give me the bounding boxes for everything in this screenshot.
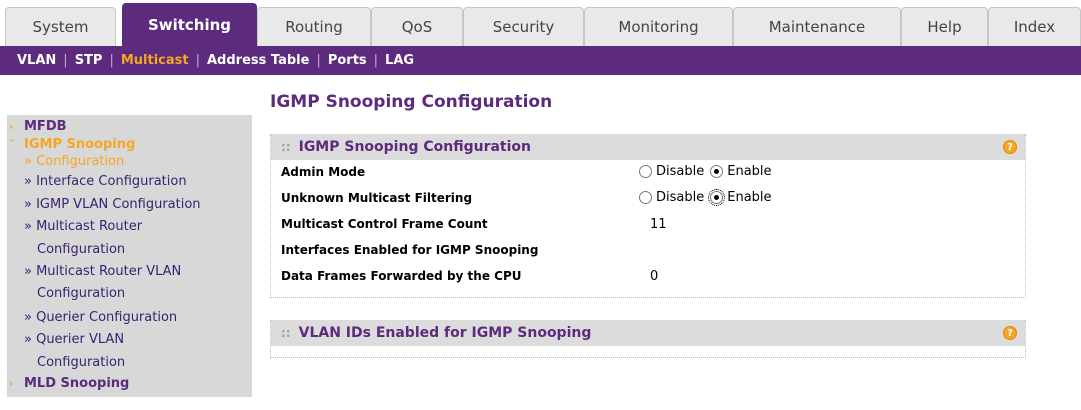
data-frames-row: Data Frames Forwarded by the CPU 0	[271, 264, 1025, 290]
chevron-right-icon: ›	[9, 377, 14, 390]
grip-dots-icon: ::	[281, 326, 291, 340]
chevron-down-icon: ˇ	[9, 138, 15, 151]
tab-index[interactable]: Index	[988, 7, 1081, 46]
tab-security[interactable]: Security	[463, 7, 584, 46]
tab-qos[interactable]: QoS	[371, 7, 463, 46]
unknown-filtering-enable-label: Enable	[727, 190, 772, 205]
menu-item-querier-vlan[interactable]: » Querier VLAN	[7, 331, 252, 349]
admin-mode-disable-radio[interactable]	[639, 165, 652, 178]
igmp-config-panel: :: IGMP Snooping Configuration ? Admin M…	[270, 134, 1026, 298]
subnav-lag[interactable]: LAG	[385, 53, 414, 68]
unknown-filtering-disable-label: Disable	[656, 190, 705, 205]
menu-item-mld-snooping[interactable]: › MLD Snooping	[7, 375, 252, 393]
panel-header: :: IGMP Snooping Configuration ?	[271, 134, 1025, 160]
grip-dots-icon: ::	[281, 140, 291, 154]
data-frames-label: Data Frames Forwarded by the CPU	[281, 269, 522, 283]
menu-item-label: MLD Snooping	[24, 376, 130, 391]
subnav-separator: |	[373, 53, 379, 68]
panel-title: VLAN IDs Enabled for IGMP Snooping	[298, 325, 592, 341]
vlan-ids-panel: :: VLAN IDs Enabled for IGMP Snooping ?	[270, 320, 1026, 358]
subnav-address-table[interactable]: Address Table	[207, 53, 309, 68]
tab-routing[interactable]: Routing	[257, 7, 371, 46]
chevron-right-icon: ›	[9, 120, 14, 133]
frame-count-value: 11	[650, 217, 667, 232]
unknown-multicast-filtering-label: Unknown Multicast Filtering	[281, 191, 473, 205]
tab-maintenance[interactable]: Maintenance	[733, 7, 901, 46]
subnav-vlan[interactable]: VLAN	[17, 53, 56, 68]
unknown-filtering-disable-radio[interactable]	[639, 191, 652, 204]
tab-switching[interactable]: Switching	[122, 3, 257, 46]
help-icon[interactable]: ?	[1003, 140, 1017, 154]
subnav-separator: |	[109, 53, 114, 68]
menu-item-interface-configuration[interactable]: » Interface Configuration	[7, 173, 252, 191]
menu-item-multicast-router[interactable]: » Multicast Router	[7, 218, 252, 236]
panel-header: :: VLAN IDs Enabled for IGMP Snooping ?	[271, 320, 1025, 346]
menu-item-label: MFDB	[24, 119, 67, 134]
menu-item-multicast-router-vlan-cont[interactable]: Configuration	[7, 285, 252, 303]
subnav-ports[interactable]: Ports	[328, 53, 367, 68]
subnav-stp[interactable]: STP	[75, 53, 103, 68]
interfaces-enabled-row: Interfaces Enabled for IGMP Snooping	[271, 238, 1025, 264]
interfaces-enabled-label: Interfaces Enabled for IGMP Snooping	[281, 243, 539, 257]
frame-count-row: Multicast Control Frame Count 11	[271, 212, 1025, 238]
menu-item-querier-configuration[interactable]: » Querier Configuration	[7, 309, 252, 327]
frame-count-label: Multicast Control Frame Count	[281, 217, 488, 231]
panel-title: IGMP Snooping Configuration	[298, 139, 531, 155]
left-menu: › MFDB ˇ IGMP Snooping » Configuration »…	[7, 115, 252, 397]
help-icon[interactable]: ?	[1003, 326, 1017, 340]
unknown-multicast-filtering-row: Unknown Multicast Filtering Disable Enab…	[271, 186, 1025, 212]
subnav-separator: |	[195, 53, 200, 68]
admin-mode-disable-label: Disable	[656, 164, 705, 179]
admin-mode-label: Admin Mode	[281, 165, 366, 179]
subnav-multicast[interactable]: Multicast	[121, 53, 189, 68]
tab-system[interactable]: System	[5, 7, 116, 46]
sub-navigation: VLAN | STP | Multicast | Address Table |…	[0, 46, 1081, 75]
menu-item-mfdb[interactable]: › MFDB	[7, 118, 252, 136]
menu-item-configuration[interactable]: » Configuration	[7, 153, 252, 171]
menu-item-multicast-router-cont[interactable]: Configuration	[7, 241, 252, 259]
main-tab-bar: System Switching Routing QoS Security Mo…	[0, 0, 1081, 46]
menu-item-multicast-router-vlan[interactable]: » Multicast Router VLAN	[7, 263, 252, 281]
tab-help[interactable]: Help	[901, 7, 988, 46]
page-title: IGMP Snooping Configuration	[270, 92, 553, 112]
menu-item-igmp-vlan-configuration[interactable]: » IGMP VLAN Configuration	[7, 196, 252, 214]
admin-mode-enable-label: Enable	[727, 164, 772, 179]
menu-item-querier-vlan-cont[interactable]: Configuration	[7, 354, 252, 372]
admin-mode-row: Admin Mode Disable Enable	[271, 160, 1025, 186]
menu-item-label: IGMP Snooping	[24, 137, 136, 152]
tab-monitoring[interactable]: Monitoring	[584, 7, 733, 46]
menu-item-igmp-snooping[interactable]: ˇ IGMP Snooping	[7, 136, 252, 154]
unknown-filtering-enable-radio[interactable]	[708, 189, 726, 206]
subnav-separator: |	[63, 53, 68, 68]
subnav-separator: |	[316, 53, 321, 68]
admin-mode-enable-radio[interactable]	[710, 165, 724, 178]
data-frames-value: 0	[650, 269, 659, 284]
